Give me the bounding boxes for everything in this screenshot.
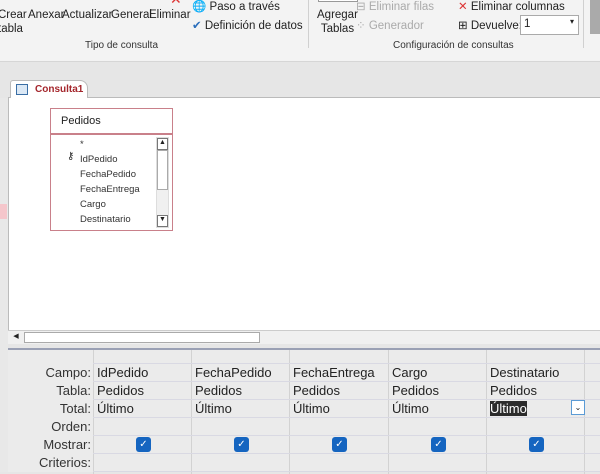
nav-selected-marker bbox=[0, 204, 7, 219]
eliminar-filas-label: Eliminar filas bbox=[368, 1, 435, 13]
grid-total-cell[interactable]: Último bbox=[490, 401, 527, 416]
eliminar-columnas-label: Eliminar columnas bbox=[470, 1, 565, 13]
ribbon: Crear tabla Anexar Actualizar General Eli… bbox=[0, 0, 600, 62]
mostrar-checkbox[interactable]: ✓ bbox=[234, 437, 249, 452]
grid-total-cell[interactable]: Último bbox=[97, 401, 134, 416]
data-definition-icon: ✔ bbox=[192, 20, 202, 32]
mostrar-checkbox[interactable]: ✓ bbox=[431, 437, 446, 452]
tablas-label: Tablas bbox=[320, 23, 355, 35]
row-label-orden: Orden: bbox=[51, 419, 91, 434]
eliminar-columnas-button[interactable]: ✕ Eliminar columnas bbox=[458, 0, 565, 14]
config-group-label: Configuración de consultas bbox=[393, 40, 514, 51]
grid-total-cell[interactable]: Último bbox=[293, 401, 330, 416]
design-hscrollbar[interactable]: ◀ bbox=[8, 330, 600, 344]
grid-tabla-cell[interactable]: Pedidos bbox=[195, 383, 242, 398]
agregar-tablas-button[interactable]: Agregar Tablas bbox=[317, 8, 358, 36]
paso-label: Paso a través bbox=[209, 1, 280, 13]
nav-pane-edge bbox=[0, 98, 8, 472]
grid-tabla-cell[interactable]: Pedidos bbox=[293, 383, 340, 398]
eliminar-button[interactable]: Eliminar bbox=[149, 8, 191, 22]
field-cargo[interactable]: Cargo bbox=[80, 199, 106, 210]
chevron-down-icon: ▾ bbox=[569, 17, 574, 26]
field-fechaentrega[interactable]: FechaEntrega bbox=[80, 184, 140, 195]
tipo-consulta-group-label: Tipo de consulta bbox=[85, 40, 159, 51]
grid-tabla-cell[interactable]: Pedidos bbox=[490, 383, 537, 398]
scroll-down-icon[interactable]: ▼ bbox=[157, 215, 168, 227]
grid-tabla-cell[interactable]: Pedidos bbox=[97, 383, 144, 398]
field-idpedido[interactable]: IdPedido bbox=[80, 154, 118, 165]
query-grid: Campo: Tabla: Total: Orden: Mostrar: Cri… bbox=[8, 348, 600, 474]
query-icon bbox=[16, 84, 28, 95]
grid-campo-cell[interactable]: Destinatario bbox=[490, 365, 559, 380]
mostrar-checkbox[interactable]: ✓ bbox=[529, 437, 544, 452]
definicion-label: Definición de datos bbox=[204, 20, 303, 32]
row-label-tabla: Tabla: bbox=[56, 383, 91, 398]
generador-label: Generador bbox=[368, 20, 424, 32]
ribbon-overflow bbox=[590, 0, 600, 34]
delete-column-icon: ✕ bbox=[458, 1, 468, 13]
devuelve-label-group: ⊞ Devuelve: bbox=[458, 19, 522, 33]
table-box-scrollbar[interactable]: ▲ ▼ bbox=[156, 137, 169, 228]
table-icon bbox=[318, 0, 358, 2]
field-fechapedido[interactable]: FechaPedido bbox=[80, 169, 136, 180]
mostrar-checkbox[interactable]: ✓ bbox=[136, 437, 151, 452]
devuelve-label: Devuelve: bbox=[470, 20, 522, 32]
tab-consulta1[interactable]: Consulta1 bbox=[10, 80, 88, 99]
devuelve-select[interactable]: 1 ▾ bbox=[520, 15, 579, 35]
scroll-left-icon[interactable]: ◀ bbox=[10, 332, 22, 343]
grid-tabla-cell[interactable]: Pedidos bbox=[392, 383, 439, 398]
grid-total-cell[interactable]: Último bbox=[195, 401, 232, 416]
crear-tabla-button[interactable]: Crear tabla bbox=[0, 8, 27, 36]
anexar-button[interactable]: Anexar bbox=[28, 8, 64, 22]
eliminar-filas-button[interactable]: ⊟ Eliminar filas bbox=[356, 0, 434, 14]
general-button[interactable]: General bbox=[111, 8, 152, 22]
agregar-label: Agregar bbox=[317, 9, 358, 21]
grid-campo-cell[interactable]: FechaEntrega bbox=[293, 365, 375, 380]
definicion-datos-button[interactable]: ✔ Definición de datos bbox=[192, 19, 303, 33]
actualizar-button[interactable]: Actualizar bbox=[62, 8, 113, 22]
tab-label: Consulta1 bbox=[35, 84, 84, 95]
field-all[interactable]: * bbox=[80, 139, 84, 150]
grid-campo-cell[interactable]: FechaPedido bbox=[195, 365, 272, 380]
devuelve-value: 1 bbox=[524, 18, 531, 30]
key-icon: ⚷ bbox=[67, 151, 75, 162]
tabla-label: tabla bbox=[0, 23, 23, 35]
delete-x-icon: ✕ bbox=[170, 0, 182, 6]
mostrar-checkbox[interactable]: ✓ bbox=[332, 437, 347, 452]
row-label-total: Total: bbox=[59, 401, 91, 416]
row-label-campo: Campo: bbox=[45, 365, 91, 380]
crear-label: Crear bbox=[0, 9, 27, 21]
grid-total-cell[interactable]: Último bbox=[392, 401, 429, 416]
hscroll-thumb[interactable] bbox=[24, 332, 260, 343]
table-box-title: Pedidos bbox=[51, 109, 172, 135]
grid-campo-cell[interactable]: Cargo bbox=[392, 365, 427, 380]
document-tabstrip bbox=[8, 78, 600, 98]
row-label-mostrar: Mostrar: bbox=[43, 437, 91, 452]
returns-icon: ⊞ bbox=[458, 20, 468, 32]
generador-button[interactable]: ⁘ Generador bbox=[356, 19, 424, 33]
field-destinatario[interactable]: Destinatario bbox=[80, 214, 131, 225]
scroll-up-icon[interactable]: ▲ bbox=[157, 138, 168, 150]
grid-campo-cell[interactable]: IdPedido bbox=[97, 365, 148, 380]
total-dropdown-chevron-icon[interactable]: ⌄ bbox=[571, 400, 585, 415]
scroll-thumb[interactable] bbox=[157, 150, 168, 190]
row-label-criterios: Criterios: bbox=[38, 455, 91, 470]
table-box-pedidos[interactable]: Pedidos * ⚷ IdPedido FechaPedido FechaEn… bbox=[50, 108, 173, 231]
paso-a-traves-button[interactable]: 🌐 Paso a través bbox=[192, 0, 280, 14]
globe-icon: 🌐 bbox=[192, 1, 207, 13]
